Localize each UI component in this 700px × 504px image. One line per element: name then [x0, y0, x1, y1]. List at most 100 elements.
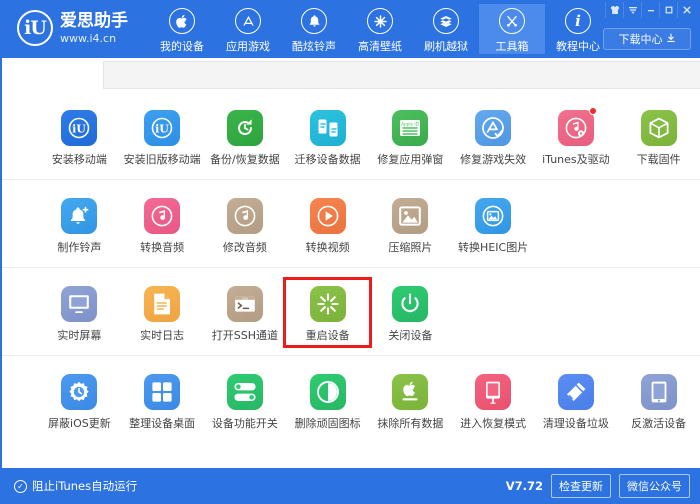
tool-item-label: 进入恢复模式	[460, 418, 526, 429]
i4-logo-icon: iU	[17, 10, 53, 46]
tool-item-convert-audio[interactable]: 转换音频	[121, 192, 204, 257]
fix-game-icon	[475, 110, 511, 146]
tool-item-ssh-tunnel[interactable]: SSH打开SSH通道	[204, 280, 287, 345]
tool-item-i4-app-old[interactable]: iU安装旧版移动端	[121, 104, 204, 169]
block-itunes-label: 阻止iTunes自动运行	[32, 478, 137, 494]
tool-item-label: 实时屏幕	[57, 330, 101, 341]
tool-item-label: 下载固件	[637, 154, 681, 165]
nav-label: 教程中心	[556, 38, 600, 54]
migrate-data-icon	[310, 110, 346, 146]
tool-item-restart-device[interactable]: 重启设备	[286, 280, 369, 345]
tool-item-label: 清理设备垃圾	[543, 418, 609, 429]
nav-item-toolbox[interactable]: 工具箱	[479, 4, 545, 54]
nav-label: 应用游戏	[226, 38, 270, 54]
tool-item-i4-app[interactable]: iU 安装移动端	[38, 104, 121, 169]
restart-device-icon	[310, 286, 346, 322]
tool-item-label: 制作铃声	[57, 242, 101, 253]
tool-item-migrate-data[interactable]: 迁移设备数据	[286, 104, 369, 169]
tool-item-empty	[535, 280, 618, 290]
nav-item-tutorials[interactable]: i 教程中心	[545, 4, 611, 54]
tool-item-empty	[617, 280, 700, 290]
svg-text:iU: iU	[72, 123, 86, 136]
app-header: iU 爱思助手 www.i4.cn 我的设备 应用游戏	[1, 0, 700, 58]
tool-item-empty	[535, 192, 618, 202]
tool-item-label: 转换HEIC图片	[458, 242, 528, 253]
tool-item-empty	[617, 192, 700, 202]
tool-item-label: 迁移设备数据	[295, 154, 361, 165]
convert-heic-icon	[475, 198, 511, 234]
info-icon: i	[565, 8, 591, 34]
minimize-icon[interactable]	[641, 2, 659, 18]
svg-text:iU: iU	[155, 123, 169, 136]
nav-label: 高清壁纸	[358, 38, 402, 54]
close-icon[interactable]	[677, 2, 695, 18]
tool-item-live-screen[interactable]: 实时屏幕	[38, 280, 121, 345]
tool-item-block-ios-update[interactable]: 屏蔽iOS更新	[38, 368, 121, 433]
nav-label: 工具箱	[496, 38, 529, 54]
tool-grid: iU 安装移动端 iU安装旧版移动端备份/恢复数据 迁移设备数据 Apple ID修复应…	[2, 92, 700, 443]
tool-item-backup-restore[interactable]: 备份/恢复数据	[204, 104, 287, 169]
tool-item-label: iTunes及驱动	[542, 154, 610, 165]
tool-item-convert-heic[interactable]: 转换HEIC图片	[452, 192, 535, 257]
tool-item-compress-photo[interactable]: 压缩照片	[369, 192, 452, 257]
maximize-icon[interactable]	[659, 2, 677, 18]
nav-item-ringtones[interactable]: 酷炫铃声	[281, 4, 347, 54]
convert-audio-icon	[144, 198, 180, 234]
tool-item-recovery-mode[interactable]: 进入恢复模式	[452, 368, 535, 433]
tool-item-arrange-desktop[interactable]: 整理设备桌面	[121, 368, 204, 433]
tool-item-label: 安装移动端	[52, 154, 107, 165]
tool-item-label: 删除顽固图标	[295, 418, 361, 429]
recovery-mode-icon	[475, 374, 511, 410]
download-center-button[interactable]: 下载中心	[603, 28, 691, 50]
deactivate-device-icon	[641, 374, 677, 410]
block-itunes-checkbox[interactable]: ✓ 阻止iTunes自动运行	[14, 478, 137, 494]
tool-item-live-log[interactable]: 实时日志	[121, 280, 204, 345]
app-footer: ✓ 阻止iTunes自动运行 V7.72 检查更新 微信公众号	[2, 468, 700, 504]
check-update-button[interactable]: 检查更新	[551, 474, 611, 498]
tool-item-fix-game[interactable]: 修复游戏失效	[452, 104, 535, 169]
firmware-icon	[641, 110, 677, 146]
tool-item-make-ringtone[interactable]: 制作铃声	[38, 192, 121, 257]
skin-icon[interactable]	[605, 2, 623, 18]
logo-url: www.i4.cn	[60, 33, 128, 44]
notification-badge	[589, 107, 597, 115]
tool-item-label: 重启设备	[306, 330, 350, 341]
nav-item-wallpapers[interactable]: 高清壁纸	[347, 4, 413, 54]
compress-photo-icon	[392, 198, 428, 234]
block-ios-update-icon	[61, 374, 97, 410]
app-logo[interactable]: iU 爱思助手 www.i4.cn	[17, 10, 128, 46]
tool-item-fix-popup[interactable]: Apple ID修复应用弹窗	[369, 104, 452, 169]
tool-item-clean-junk[interactable]: 清理设备垃圾	[535, 368, 618, 433]
download-center-label: 下载中心	[619, 31, 663, 47]
svg-text:Apple ID: Apple ID	[402, 121, 420, 126]
tool-item-label: 整理设备桌面	[129, 418, 195, 429]
clean-junk-icon	[558, 374, 594, 410]
wechat-official-button[interactable]: 微信公众号	[619, 474, 690, 498]
download-icon	[666, 33, 676, 46]
nav-item-apps-games[interactable]: 应用游戏	[215, 4, 281, 54]
nav-item-flash-jailbreak[interactable]: 刷机越狱	[413, 4, 479, 54]
toolbox-icon	[499, 8, 525, 34]
version-label: V7.72	[506, 479, 543, 493]
convert-video-icon	[310, 198, 346, 234]
nav-item-my-device[interactable]: 我的设备	[149, 4, 215, 54]
tool-item-label: 备份/恢复数据	[210, 154, 280, 165]
tool-item-shutdown-device[interactable]: 关闭设备	[369, 280, 452, 345]
tool-item-edit-audio[interactable]: 修改音频	[204, 192, 287, 257]
bell-icon	[301, 8, 327, 34]
live-log-icon	[144, 286, 180, 322]
tool-item-erase-all-data[interactable]: 抹除所有数据	[369, 368, 452, 433]
tool-row: 实时屏幕 实时日志 SSH打开SSH通道重启设备 关闭设备	[2, 268, 700, 356]
tool-item-label: 转换视频	[306, 242, 350, 253]
tool-item-label: 修复游戏失效	[460, 154, 526, 165]
remove-icon-icon	[310, 374, 346, 410]
tool-item-convert-video[interactable]: 转换视频	[286, 192, 369, 257]
tool-item-feature-toggle[interactable]: 设备功能开关	[204, 368, 287, 433]
tool-item-label: 实时日志	[140, 330, 184, 341]
tool-item-itunes-driver[interactable]: iTunes及驱动	[535, 104, 618, 169]
menu-icon[interactable]	[623, 2, 641, 18]
ssh-tunnel-icon: SSH	[227, 286, 263, 322]
tool-item-deactivate-device[interactable]: 反激活设备	[617, 368, 700, 433]
tool-item-remove-icon[interactable]: 删除顽固图标	[286, 368, 369, 433]
tool-item-firmware[interactable]: 下载固件	[617, 104, 700, 169]
